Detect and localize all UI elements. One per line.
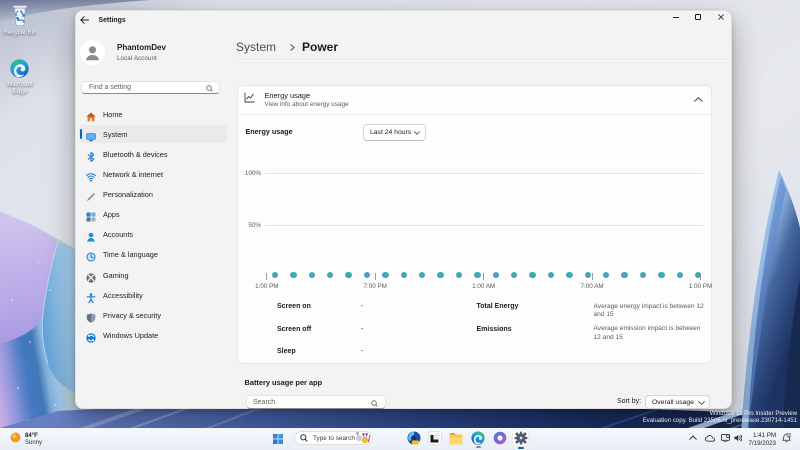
svg-text:2: 2 bbox=[788, 433, 790, 437]
